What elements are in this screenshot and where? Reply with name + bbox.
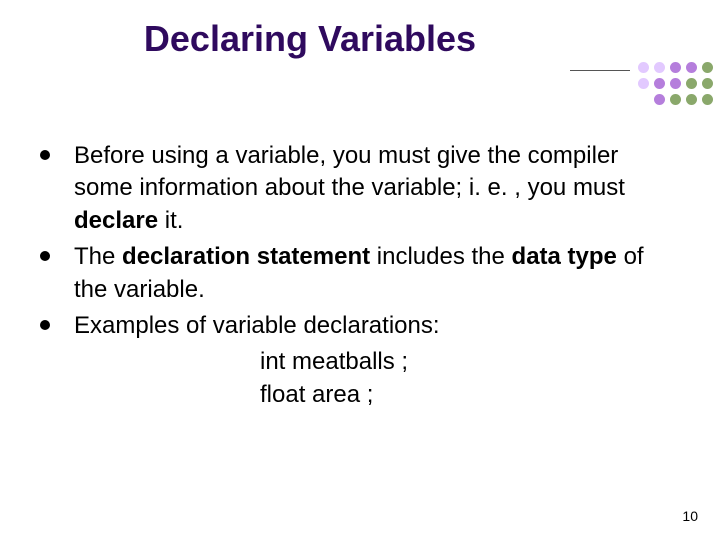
text-bold: declare: [74, 207, 158, 234]
bullet-text: Examples of variable declarations:: [74, 310, 680, 342]
dot-icon: [686, 94, 697, 105]
bullet-icon: [40, 150, 50, 160]
dot-icon: [654, 94, 665, 105]
text-fragment: The: [74, 243, 122, 270]
text-bold: data type: [512, 243, 617, 270]
dot-icon: [670, 62, 681, 73]
dot-icon: [638, 62, 649, 73]
page-number: 10: [682, 508, 698, 524]
dot-icon: [686, 62, 697, 73]
dot-icon: [702, 78, 713, 89]
dot-icon: [702, 62, 713, 73]
bullet-item: Examples of variable declarations:: [40, 310, 680, 342]
text-fragment: Examples of variable declarations:: [74, 312, 440, 339]
bullet-item: The declaration statement includes the d…: [40, 241, 680, 306]
dot-icon: [654, 62, 665, 73]
dot-icon: [702, 94, 713, 105]
dot-icon: [670, 78, 681, 89]
dot-icon: [654, 78, 665, 89]
bullet-text: The declaration statement includes the d…: [74, 241, 680, 306]
bullet-item: Before using a variable, you must give t…: [40, 140, 680, 237]
bullet-icon: [40, 251, 50, 261]
bullet-text: Before using a variable, you must give t…: [74, 140, 680, 237]
bullet-icon: [40, 320, 50, 330]
dot-icon: [686, 78, 697, 89]
text-fragment: it.: [158, 207, 183, 234]
code-line: float area ;: [260, 379, 680, 411]
dot-icon: [670, 94, 681, 105]
code-line: int meatballs ;: [260, 346, 680, 378]
slide-title: Declaring Variables: [0, 18, 620, 60]
dot-icon: [638, 78, 649, 89]
text-fragment: includes the: [370, 243, 511, 270]
content-area: Before using a variable, you must give t…: [40, 140, 680, 411]
text-fragment: Before using a variable, you must give t…: [74, 142, 625, 201]
title-underline: [570, 70, 630, 71]
text-bold: declaration statement: [122, 243, 370, 270]
code-block: int meatballs ; float area ;: [260, 346, 680, 411]
